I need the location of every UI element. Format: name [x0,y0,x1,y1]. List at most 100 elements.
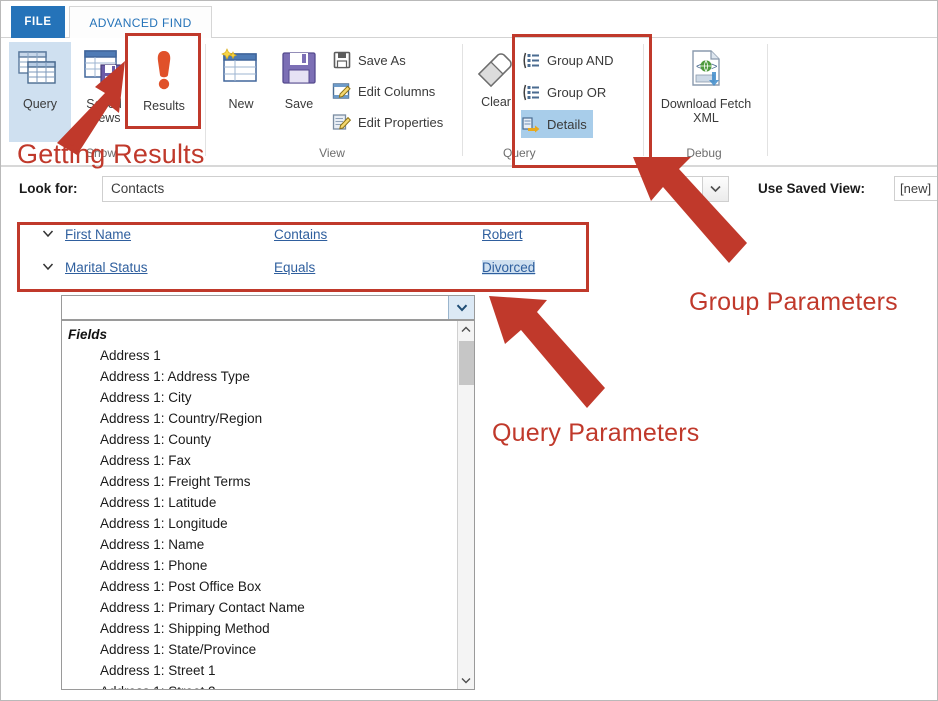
edit-columns-button[interactable]: Edit Columns [332,77,435,105]
list-item[interactable]: Address 1: Name [62,534,458,555]
list-item[interactable]: Address 1: Street 2 [62,681,458,690]
scroll-down-icon[interactable] [458,672,474,689]
list-item[interactable]: Address 1: County [62,429,458,450]
edit-properties-icon [332,112,352,132]
list-item[interactable]: Address 1: Post Office Box [62,576,458,597]
list-item[interactable]: Address 1: Country/Region [62,408,458,429]
scrollbar-thumb[interactable] [459,341,474,385]
list-item[interactable]: Address 1: Latitude [62,492,458,513]
advanced-find-window: FILE ADVANCED FIND [0,0,938,701]
group-and-label: Group AND [547,53,613,68]
group-divider [767,44,768,156]
list-item[interactable]: Address 1: Longitude [62,513,458,534]
look-for-row: Look for: Contacts Use Saved View: [new] [1,173,938,209]
download-fetch-xml-button[interactable]: < > Download FetchXML [652,42,760,142]
chevron-down-icon[interactable] [448,296,474,319]
ribbon-group-debug: < > Download FetchXML Debug [644,38,768,165]
chevron-down-icon[interactable] [42,263,54,271]
ribbon-group-debug-label: Debug [644,146,764,160]
grid-save-icon [81,48,127,92]
edit-properties-label: Edit Properties [358,115,443,130]
look-for-value: Contacts [111,181,164,196]
results-button-label: Results [143,99,185,113]
criteria-value-link[interactable]: Robert [482,227,523,242]
list-scrollbar[interactable] [457,321,474,689]
criteria-operator-link[interactable]: Equals [274,260,315,275]
download-fetch-xml-label: Download FetchXML [661,97,751,125]
criteria-value-link[interactable]: Divorced [482,260,535,275]
group-and-button[interactable]: Group AND [521,46,613,74]
tab-advanced-find[interactable]: ADVANCED FIND [69,6,212,39]
list-item[interactable]: Address 1: Address Type [62,366,458,387]
floppy-disk-icon [278,48,320,92]
annotation-arrow-query-parameters [481,286,621,426]
scroll-up-icon[interactable] [458,321,474,338]
criteria-field-link[interactable]: First Name [65,227,131,242]
saved-views-button[interactable]: Saved Views [73,42,135,142]
new-grid-icon [218,48,264,92]
use-saved-view-value: [new] [900,181,931,196]
edit-columns-label: Edit Columns [358,84,435,99]
group-or-icon [521,83,541,102]
list-item[interactable]: Address 1 [62,345,458,366]
new-button[interactable]: New [210,42,272,142]
list-item[interactable]: Address 1: Freight Terms [62,471,458,492]
use-saved-view-combo[interactable]: [new] [894,176,938,201]
field-options-list[interactable]: Fields Address 1 Address 1: Address Type… [61,320,475,690]
ribbon-group-query-label: Query [503,146,603,160]
floppy-small-icon [332,50,352,70]
annotation-label-getting-results: Getting Results [17,139,205,170]
list-item[interactable]: Address 1: Shipping Method [62,618,458,639]
annotation-label-group-parameters: Group Parameters [689,288,898,317]
details-icon [521,115,541,134]
edit-properties-button[interactable]: Edit Properties [332,108,443,136]
look-for-combo[interactable]: Contacts [102,176,729,202]
group-or-label: Group OR [547,85,606,100]
table-row[interactable]: First Name Contains Robert [19,223,587,253]
tab-advanced-find-label: ADVANCED FIND [89,16,191,30]
list-item[interactable]: Address 1: Street 1 [62,660,458,681]
save-as-label: Save As [358,53,406,68]
field-options-inner: Fields Address 1 Address 1: Address Type… [62,321,458,690]
svg-text:>: > [711,61,717,73]
saved-views-button-label: Saved Views [73,97,135,125]
results-button[interactable]: Results [133,42,195,142]
list-group-header: Fields [62,324,458,345]
list-item[interactable]: Address 1: City [62,387,458,408]
list-item[interactable]: Address 1: Primary Contact Name [62,597,458,618]
field-select-combo[interactable] [61,295,475,320]
criteria-field-link[interactable]: Marital Status [65,260,148,275]
clear-button[interactable]: Clear [465,42,527,142]
ribbon-tab-strip: FILE ADVANCED FIND [1,1,938,38]
tab-file-label: FILE [24,16,51,28]
group-and-icon [521,51,541,70]
grid-tables-icon [17,48,63,92]
query-button[interactable]: Query [9,42,71,142]
chevron-down-icon[interactable] [702,177,728,201]
chevron-down-icon[interactable] [42,230,54,238]
tab-file[interactable]: FILE [11,6,65,38]
list-item[interactable]: Address 1: Phone [62,555,458,576]
list-item[interactable]: Address 1: State/Province [62,639,458,660]
annotation-label-query-parameters: Query Parameters [492,419,699,448]
table-row[interactable]: Marital Status Equals Divorced [19,256,587,286]
use-saved-view-label: Use Saved View: [758,181,865,196]
ribbon-group-view: New Save [206,38,463,165]
query-criteria-list: First Name Contains Robert Marital Statu… [19,223,587,291]
new-button-label: New [228,97,253,111]
clear-button-label: Clear [481,95,511,109]
eraser-icon [473,48,519,90]
list-item[interactable]: Address 1: Fax [62,450,458,471]
criteria-operator-link[interactable]: Contains [274,227,327,242]
save-button[interactable]: Save [268,42,330,142]
group-or-button[interactable]: Group OR [521,78,606,106]
save-as-button[interactable]: Save As [332,46,406,74]
details-button[interactable]: Details [521,110,593,138]
annotation-arrow-group-parameters [621,151,771,281]
details-label: Details [547,117,587,132]
exclamation-icon [149,48,179,94]
save-button-label: Save [285,97,314,111]
edit-columns-icon [332,81,352,101]
look-for-label: Look for: [19,181,78,196]
ribbon-group-view-label: View [206,146,458,160]
